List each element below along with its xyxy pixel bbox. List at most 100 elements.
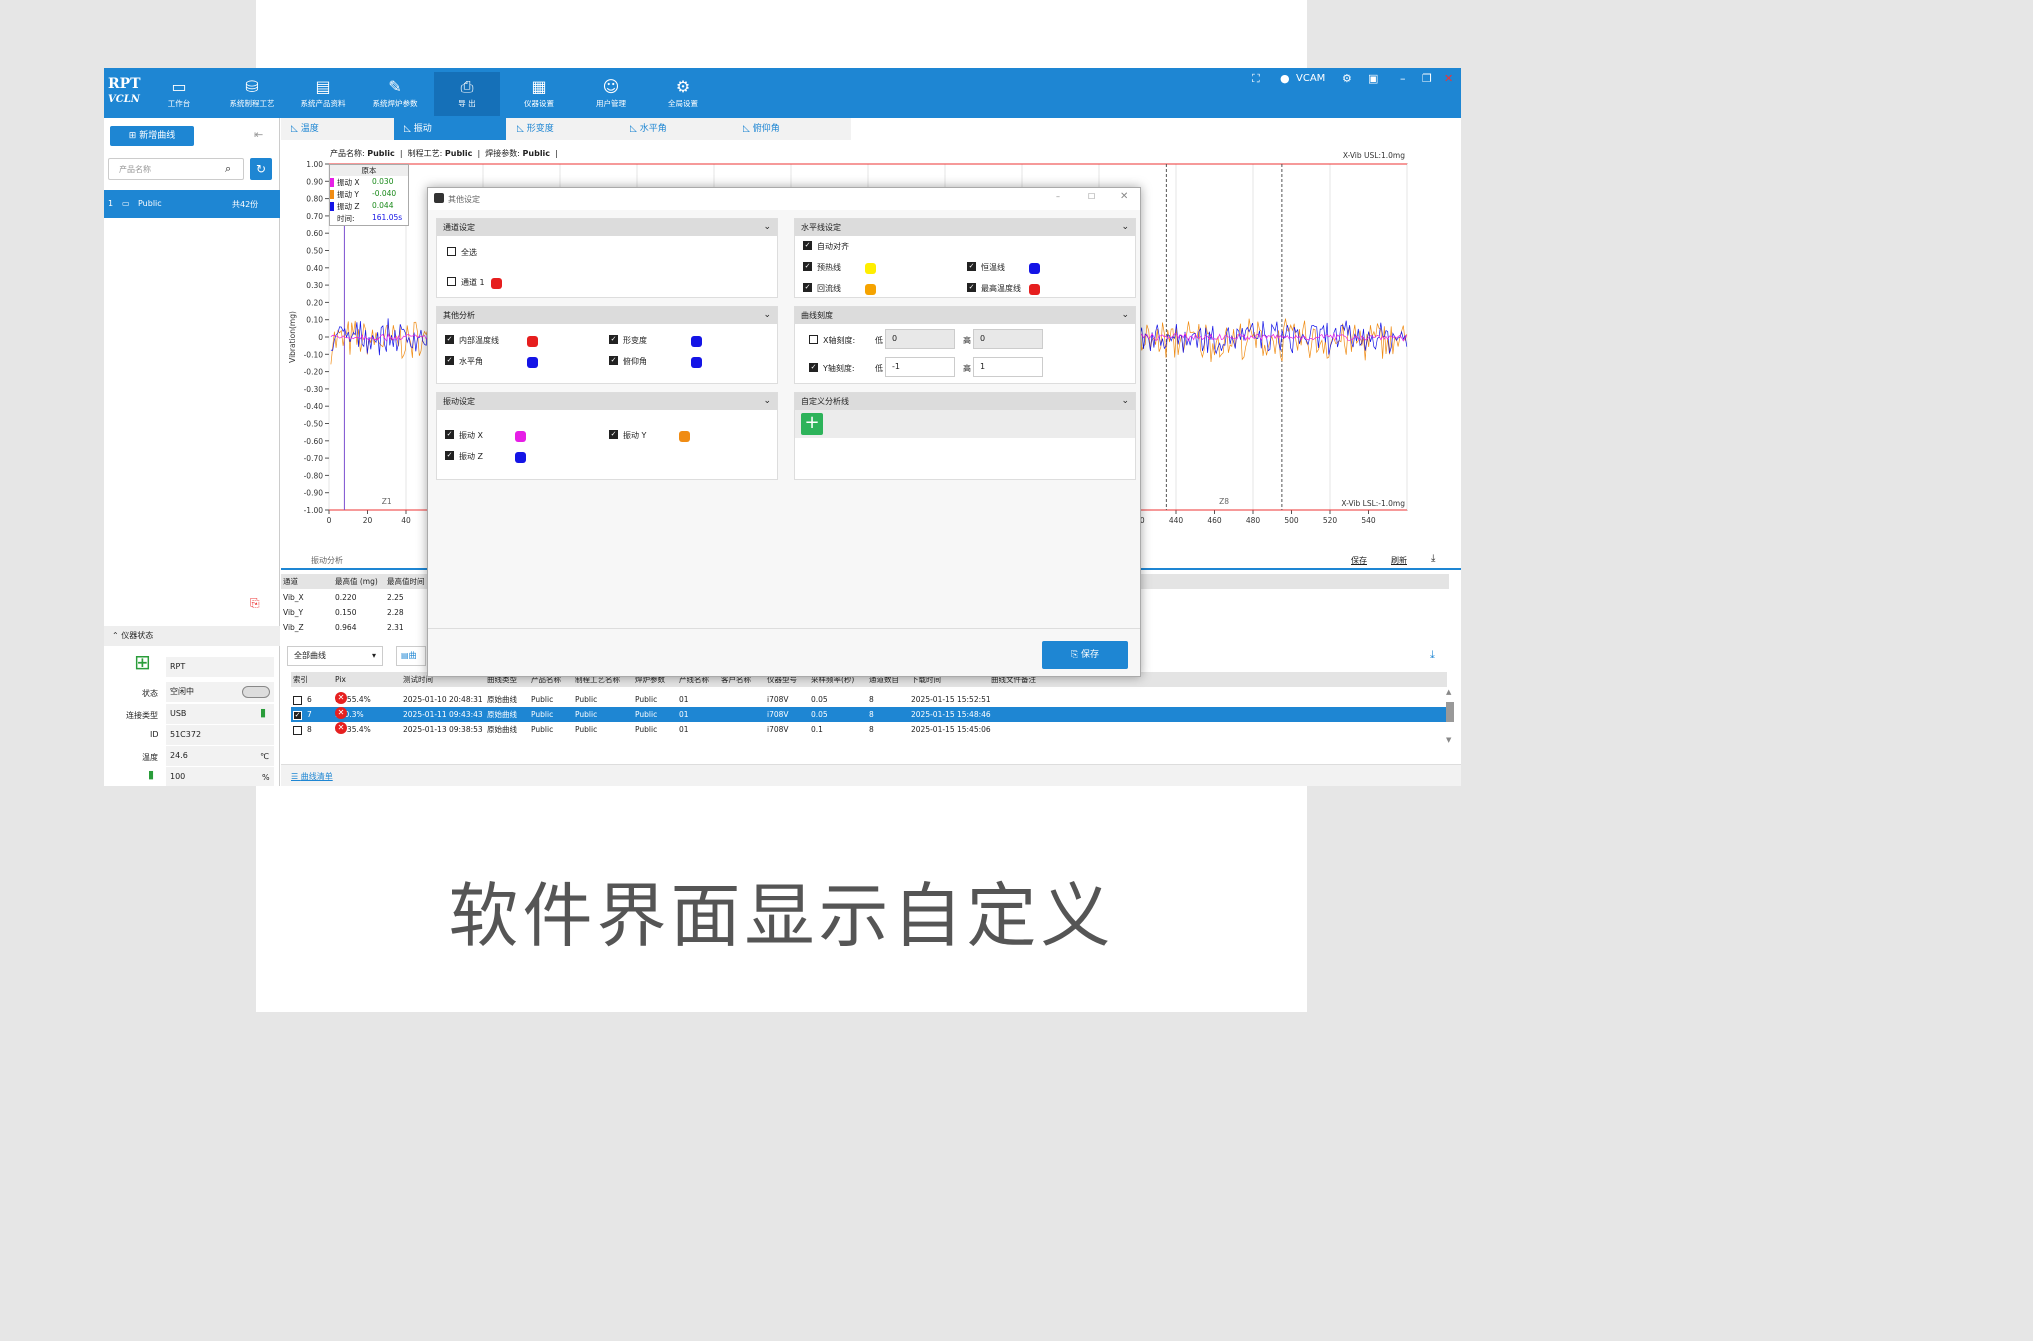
- other-analysis-header[interactable]: 其他分析 ⌄: [437, 307, 777, 324]
- reflow-line-checkbox[interactable]: ✓ 回流线: [803, 283, 841, 294]
- refresh-icon[interactable]: ↻: [250, 158, 272, 180]
- auto-align-checkbox[interactable]: ✓ 自动对齐: [803, 241, 849, 252]
- vib-x-color-swatch[interactable]: [515, 431, 526, 442]
- add-analysis-line-button[interactable]: +: [801, 413, 823, 435]
- status-toggle[interactable]: [242, 686, 270, 698]
- nav-global[interactable]: ⚙ 全局设置: [650, 72, 716, 116]
- pitch-color-swatch[interactable]: [691, 357, 702, 368]
- dialog-save-button[interactable]: ⎘ 保存: [1042, 641, 1128, 669]
- sidebar-item-public[interactable]: 1 ▭ Public 共42份: [104, 190, 280, 218]
- row-checkbox[interactable]: 6: [293, 692, 312, 707]
- tab-pitch[interactable]: ◺ 俯仰角: [733, 118, 845, 140]
- peak-temp-color-swatch[interactable]: [1029, 284, 1040, 295]
- soak-color-swatch[interactable]: [1029, 263, 1040, 274]
- horizontal-angle-checkbox[interactable]: ✓ 水平角: [445, 356, 483, 367]
- collapse-icon[interactable]: ⇤: [254, 128, 263, 141]
- channel1-checkbox[interactable]: 通道 1: [447, 277, 485, 288]
- channel-settings-header[interactable]: 通道设定 ⌄: [437, 219, 777, 236]
- deformation-color-swatch[interactable]: [691, 336, 702, 347]
- tab-temperature[interactable]: ◺ 温度: [281, 118, 393, 140]
- table-cell: 0.05: [811, 695, 828, 704]
- analysis-refresh-button[interactable]: 刷新: [1391, 555, 1407, 566]
- y-tick-label: 0.60: [306, 229, 323, 238]
- deformation-checkbox[interactable]: ✓ 形变度: [609, 335, 647, 346]
- vib-y-color-swatch[interactable]: [679, 431, 690, 442]
- vib-z-checkbox[interactable]: ✓ 振动 Z: [445, 451, 483, 462]
- table-row[interactable]: 8 ✕ 4,535.4% 2025-01-13 09:38:53 原始曲线 Public P…: [291, 722, 1447, 737]
- row-checkbox[interactable]: ✓ 7: [293, 707, 312, 722]
- table-row[interactable]: ✓ 7 ✕ 990.3% 2025-01-11 09:43:43 原始曲线 Public Pu…: [291, 707, 1447, 722]
- restore-icon[interactable]: ❐: [1422, 72, 1432, 85]
- table-cell: 原始曲线: [487, 725, 517, 734]
- channel1-color-swatch[interactable]: [491, 278, 502, 289]
- peak-temp-line-checkbox[interactable]: ✓ 最高温度线: [967, 283, 1021, 294]
- curve-scale-header[interactable]: 曲线刻度 ⌄: [795, 307, 1135, 324]
- column-header[interactable]: Pix: [335, 672, 346, 687]
- nav-product[interactable]: ▤ 系统产品资料: [290, 72, 356, 116]
- nav-workbench[interactable]: ▭ 工作台: [146, 72, 212, 116]
- chevron-down-icon: ⌄: [1121, 310, 1129, 320]
- tab-horizontal[interactable]: ◺ 水平角: [620, 118, 732, 140]
- vib-z-color-swatch[interactable]: [515, 452, 526, 463]
- vibration-settings-header[interactable]: 振动设定 ⌄: [437, 393, 777, 410]
- table-cell: Public: [575, 695, 598, 704]
- tab-vibration[interactable]: ◺ 振动: [394, 118, 506, 140]
- preheat-color-swatch[interactable]: [865, 263, 876, 274]
- id-card-icon[interactable]: ▣: [1368, 72, 1378, 85]
- x-low-input[interactable]: 0: [885, 329, 955, 349]
- preheat-line-checkbox[interactable]: ✓ 预热线: [803, 262, 841, 273]
- custom-analysis-header[interactable]: 自定义分析线 ⌄: [795, 393, 1135, 410]
- x-high-input[interactable]: 0: [973, 329, 1043, 349]
- vib-x-checkbox[interactable]: ✓ 振动 X: [445, 430, 483, 441]
- close-icon[interactable]: ✕: [1444, 72, 1453, 85]
- fullscreen-icon[interactable]: ⛶: [1252, 72, 1260, 86]
- row-checkbox[interactable]: 8: [293, 722, 312, 737]
- hline-settings-header[interactable]: 水平线设定 ⌄: [795, 219, 1135, 236]
- vib-y-checkbox[interactable]: ✓ 振动 Y: [609, 430, 646, 441]
- horizontal-color-swatch[interactable]: [527, 357, 538, 368]
- delete-folder-icon[interactable]: ⎘: [250, 596, 260, 611]
- dialog-minimize-icon[interactable]: –: [1056, 192, 1060, 201]
- new-curve-button[interactable]: ⊞ 新增曲线: [110, 126, 194, 146]
- collapse-down-icon[interactable]: ⤓: [1431, 553, 1435, 564]
- tab-deformation[interactable]: ◺ 形变度: [507, 118, 619, 140]
- device-status-header[interactable]: ⌃ 仪器状态: [104, 626, 280, 646]
- nav-device[interactable]: ▦ 仪器设置: [506, 72, 572, 116]
- curve-list-link[interactable]: ☰ 曲线清单: [291, 771, 333, 782]
- nav-export[interactable]: ⎙ 导 出: [434, 72, 500, 116]
- y-low-input[interactable]: -1: [885, 357, 955, 377]
- analysis-save-button[interactable]: 保存: [1351, 555, 1367, 566]
- table-row[interactable]: 6 ✕ 1,055.4% 2025-01-10 20:48:31 原始曲线 Public P…: [291, 692, 1447, 707]
- minimize-icon[interactable]: –: [1400, 72, 1406, 85]
- scroll-down-icon[interactable]: ▼: [1446, 736, 1451, 744]
- nav-weld[interactable]: ✎ 系统焊炉参数: [362, 72, 428, 116]
- settings-icon[interactable]: ⚙: [1342, 72, 1352, 85]
- product-search[interactable]: 产品名称 ⌕: [108, 158, 244, 180]
- user-icon[interactable]: ●: [1280, 72, 1290, 85]
- inner-temp-checkbox[interactable]: ✓ 内部温度线: [445, 335, 499, 346]
- nav-process[interactable]: ⛁ 系统制程工艺: [219, 72, 285, 116]
- curve-filter-select[interactable]: 全部曲线 ▾: [287, 646, 383, 666]
- search-input[interactable]: 产品名称: [119, 164, 151, 175]
- scroll-up-icon[interactable]: ▲: [1446, 688, 1451, 696]
- curve-footer: ☰ 曲线清单: [281, 764, 1461, 786]
- x-tick-label: 20: [363, 516, 373, 525]
- curve-button[interactable]: ▤曲: [396, 646, 426, 666]
- soak-line-checkbox[interactable]: ✓ 恒温线: [967, 262, 1005, 273]
- scrollbar-thumb[interactable]: [1446, 702, 1454, 722]
- inner-temp-color-swatch[interactable]: [527, 336, 538, 347]
- reflow-color-swatch[interactable]: [865, 284, 876, 295]
- x-scale-checkbox[interactable]: X轴刻度:: [809, 335, 855, 346]
- nav-users[interactable]: ☺ 用户管理: [578, 72, 644, 116]
- table-cell: 2025-01-10 20:48:31: [403, 695, 483, 704]
- y-scale-checkbox[interactable]: ✓ Y轴刻度:: [809, 363, 855, 374]
- select-all-checkbox[interactable]: 全选: [447, 247, 477, 258]
- other-analysis-section: 其他分析 ⌄ ✓ 内部温度线 ✓ 形变度 ✓ 水平角 ✓ 俯仰角: [436, 306, 778, 384]
- y-high-input[interactable]: 1: [973, 357, 1043, 377]
- dialog-maximize-icon[interactable]: ☐: [1088, 192, 1095, 201]
- collapse-list-icon[interactable]: ⤓: [1430, 648, 1435, 662]
- pitch-angle-checkbox[interactable]: ✓ 俯仰角: [609, 356, 647, 367]
- column-header[interactable]: 索引: [293, 672, 308, 687]
- search-icon[interactable]: ⌕: [225, 162, 231, 176]
- dialog-close-icon[interactable]: ✕: [1120, 191, 1128, 202]
